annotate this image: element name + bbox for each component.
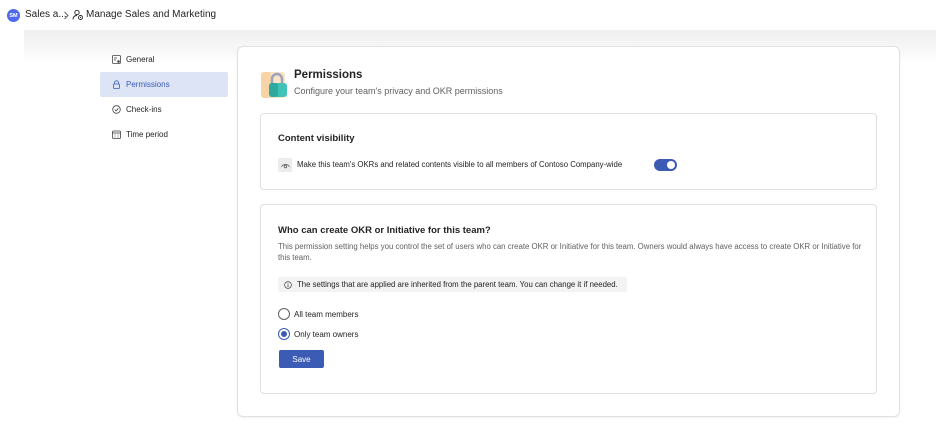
team-settings-icon: [72, 9, 83, 20]
info-icon: [284, 280, 292, 289]
content-visibility-card: [260, 113, 877, 190]
visibility-description: Make this team's OKRs and related conten…: [297, 160, 623, 169]
settings-nav: General Permissions Check-ins Time perio…: [100, 47, 228, 147]
create-permission-title: Who can create OKR or Initiative for thi…: [278, 225, 491, 236]
breadcrumb-parent[interactable]: Sales a...: [25, 9, 67, 20]
toggle-knob: [667, 161, 675, 169]
nav-item-time-period[interactable]: Time period: [100, 122, 228, 147]
team-avatar[interactable]: SM: [7, 9, 20, 22]
nav-item-permissions[interactable]: Permissions: [100, 72, 228, 97]
page-subtitle: Configure your team's privacy and OKR pe…: [294, 86, 503, 96]
eye-icon-box: [278, 158, 292, 172]
radio-label: Only team owners: [294, 329, 359, 339]
settings-icon: [112, 55, 121, 64]
visibility-toggle[interactable]: [654, 159, 677, 171]
nav-item-check-ins[interactable]: Check-ins: [100, 97, 228, 122]
info-text: The settings that are applied are inheri…: [297, 280, 618, 289]
inherited-info-banner: The settings that are applied are inheri…: [278, 277, 627, 292]
nav-item-label: Time period: [126, 130, 168, 139]
nav-item-label: General: [126, 55, 155, 64]
breadcrumb-current: Manage Sales and Marketing: [86, 9, 217, 20]
radio-all-team-members[interactable]: All team members: [278, 308, 358, 320]
nav-item-label: Permissions: [126, 80, 170, 89]
eye-icon: [280, 163, 290, 168]
calendar-icon: [112, 130, 121, 139]
radio-label: All team members: [294, 309, 359, 319]
nav-item-general[interactable]: General: [100, 47, 228, 72]
check-circle-icon: [112, 105, 121, 114]
radio-button[interactable]: [278, 328, 290, 340]
permissions-lock-illustration: [261, 72, 287, 98]
chevron-right-icon: [64, 11, 69, 20]
page-title: Permissions: [294, 69, 363, 81]
content-visibility-title: Content visibility: [278, 133, 355, 144]
radio-button[interactable]: [278, 308, 290, 320]
create-permission-description: This permission setting helps you contro…: [278, 242, 862, 262]
save-button[interactable]: Save: [279, 350, 324, 368]
nav-item-label: Check-ins: [126, 105, 162, 114]
lock-icon: [113, 80, 120, 89]
radio-only-team-owners[interactable]: Only team owners: [278, 328, 358, 340]
top-bar: SM Sales a... Manage Sales and Marketing: [0, 0, 936, 30]
